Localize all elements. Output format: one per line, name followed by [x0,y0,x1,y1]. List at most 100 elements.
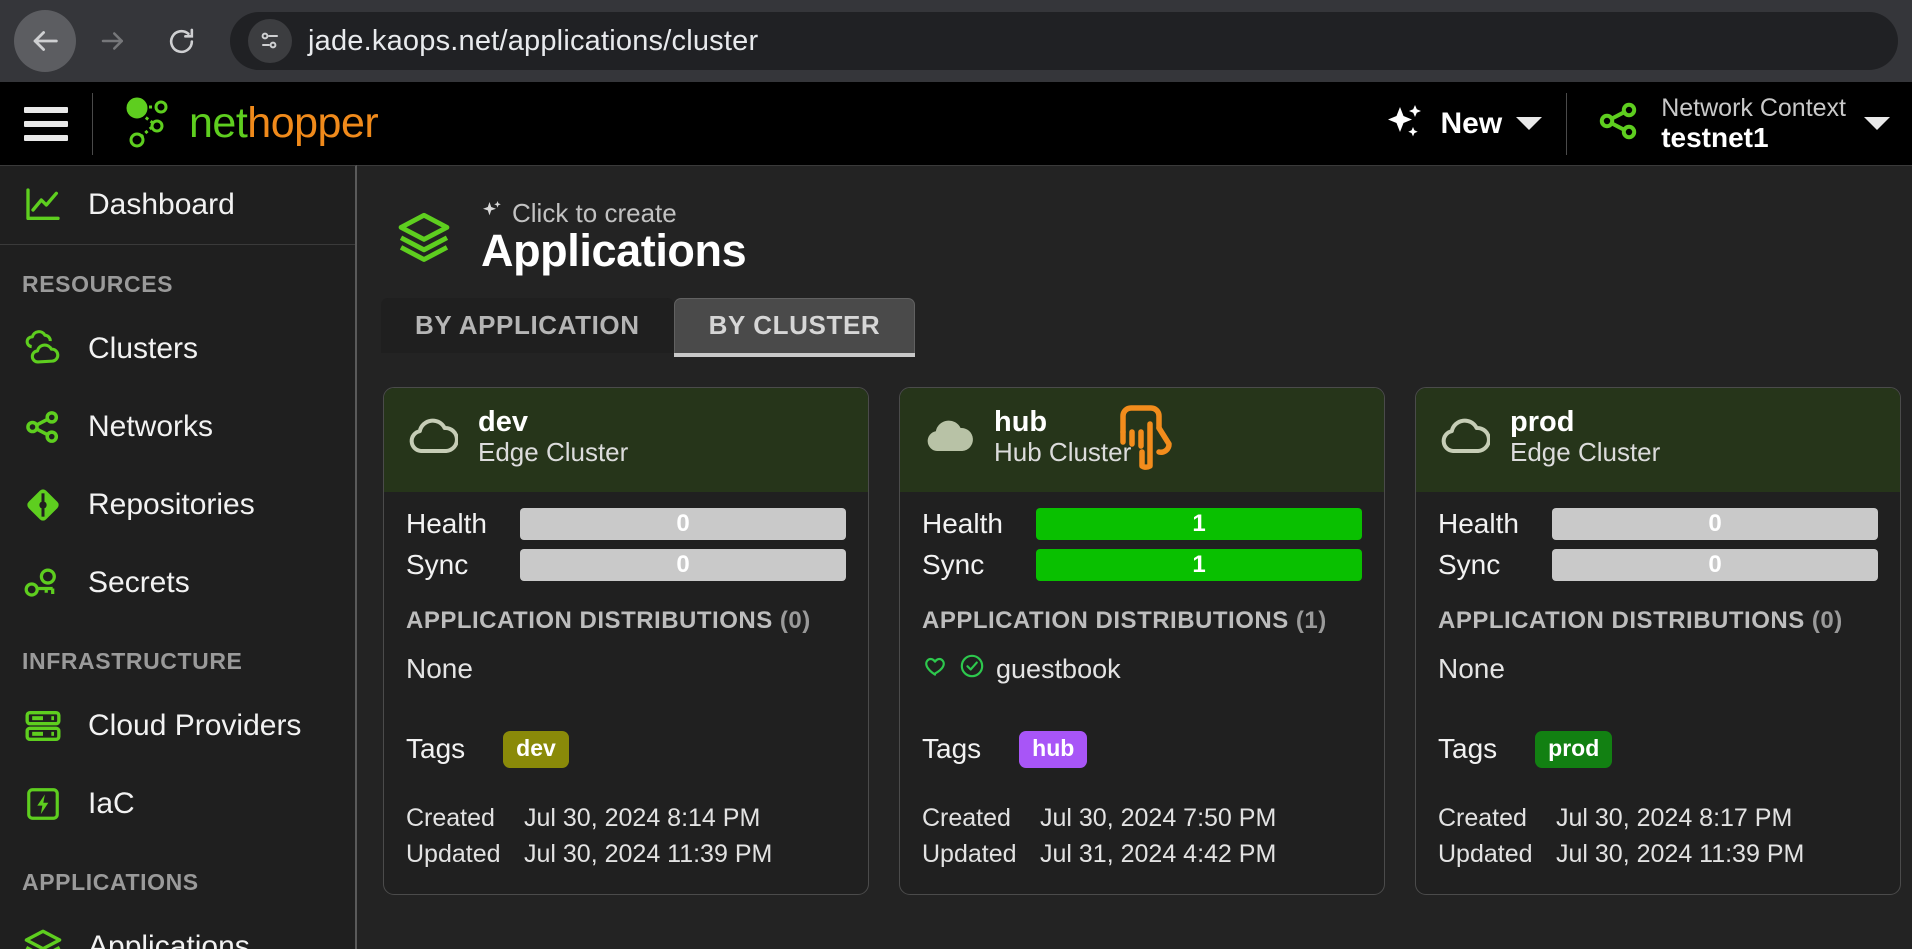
health-bar: 1 [1036,507,1362,540]
sync-row: Sync 0 [406,548,846,581]
distributions-title-text: APPLICATION DISTRIBUTIONS [1438,606,1805,634]
sidebar-group-infrastructure: INFRASTRUCTURE [22,648,243,674]
distributions-count: (0) [1811,606,1843,634]
sidebar-item-label: IaC [88,787,135,820]
distributions-count: (0) [779,606,811,634]
created-row: Created Jul 30, 2024 8:14 PM [406,800,846,836]
cluster-card-body: Health 0 Sync 0 APPLICATION DISTRIBUTION… [384,492,868,895]
chart-line-icon [22,184,64,226]
sidebar-item-label: Secrets [88,566,190,599]
created-label: Created [406,803,495,832]
sync-label: Sync [1438,548,1501,580]
cluster-card-header: dev Edge Cluster [384,387,868,492]
sidebar-item-networks[interactable]: Networks [0,388,355,466]
tab-by-application[interactable]: BY APPLICATION [381,297,674,353]
distributions-title: APPLICATION DISTRIBUTIONS (1) [922,607,1362,635]
address-bar[interactable]: jade.kaops.net/applications/cluster [230,12,1898,70]
sidebar-group-applications: APPLICATIONS [22,869,199,895]
tags-row: Tags dev [406,730,846,768]
body-wrapper: Dashboard RESOURCES Clusters Networks Re… [0,165,1912,949]
network-context-value: testnet1 [1661,121,1769,153]
distribution-item[interactable]: guestbook [922,653,1362,686]
sidebar-item-label: Applications [88,930,250,949]
tags-label: Tags [1438,733,1498,765]
tags-row: Tags prod [1438,730,1878,768]
cluster-card-header: prod Edge Cluster [1416,387,1900,492]
nethopper-node-logo-icon [121,92,179,155]
page-header: Click to create Applications [357,166,1912,276]
distributions-count: (1) [1295,606,1327,634]
network-context-label: Network Context [1661,93,1846,122]
chevron-down-icon[interactable] [1864,117,1890,130]
health-label: Health [1438,507,1519,539]
created-value: Jul 30, 2024 8:14 PM [524,803,761,832]
view-tabs: BY APPLICATION BY CLUSTER [381,297,1912,353]
updated-label: Updated [922,839,1017,868]
back-button[interactable] [14,10,76,72]
sidebar-item-cloud-providers[interactable]: Cloud Providers [0,687,355,765]
new-button[interactable]: New [1359,82,1567,165]
health-label: Health [922,507,1003,539]
app-header: nethopper New Network Context testnet1 [0,82,1912,165]
created-row: Created Jul 30, 2024 8:17 PM [1438,800,1878,836]
page-eyebrow-text: Click to create [512,197,677,228]
layers-stack-icon [393,206,455,268]
forward-button[interactable] [82,10,144,72]
distributions-empty: None [406,652,473,684]
created-label: Created [1438,803,1527,832]
distributions-title: APPLICATION DISTRIBUTIONS (0) [1438,607,1878,635]
created-row: Created Jul 30, 2024 7:50 PM [922,800,1362,836]
sidebar-item-dashboard[interactable]: Dashboard [0,166,355,244]
browser-toolbar: jade.kaops.net/applications/cluster [0,0,1912,82]
distribution-name: guestbook [996,653,1121,684]
dates-block: Created Jul 30, 2024 8:14 PM Updated Jul… [406,800,846,873]
updated-value: Jul 30, 2024 11:39 PM [524,839,773,868]
dates-block: Created Jul 30, 2024 8:17 PM Updated Jul… [1438,800,1878,873]
sidebar: Dashboard RESOURCES Clusters Networks Re… [0,165,357,949]
reload-button[interactable] [150,10,212,72]
pointing-hand-icon [1109,392,1181,484]
distributions-list: None [1438,653,1878,697]
distributions-title-text: APPLICATION DISTRIBUTIONS [406,606,773,634]
tag-badge[interactable]: hub [1019,730,1088,768]
tag-badge[interactable]: prod [1535,730,1613,768]
tags-label: Tags [922,733,982,765]
new-button-label: New [1440,106,1503,140]
distributions-title-text: APPLICATION DISTRIBUTIONS [922,606,1289,634]
tab-by-cluster[interactable]: BY CLUSTER [673,297,916,353]
page-eyebrow[interactable]: Click to create [481,198,746,227]
sidebar-item-clusters[interactable]: Clusters [0,310,355,388]
updated-label: Updated [406,839,501,868]
main-content: Click to create Applications BY APPLICAT… [357,165,1912,949]
chevron-down-icon[interactable] [1516,117,1543,130]
reload-icon [166,26,197,57]
sparkle-icon [481,198,505,227]
updated-row: Updated Jul 30, 2024 11:39 PM [406,836,846,872]
brand-logo[interactable]: nethopper [93,92,379,155]
sidebar-item-iac[interactable]: IaC [0,765,355,843]
cloud-outline-icon [1438,410,1491,462]
site-settings-icon[interactable] [248,19,292,63]
sync-label: Sync [922,548,985,580]
hamburger-menu-icon[interactable] [0,106,92,141]
layers-stack-icon [22,926,64,949]
sidebar-item-applications[interactable]: Applications [0,908,355,949]
tag-badge[interactable]: dev [503,730,569,768]
sidebar-item-repositories[interactable]: Repositories [0,466,355,544]
updated-row: Updated Jul 30, 2024 11:39 PM [1438,836,1878,872]
distributions-list: guestbook [922,653,1362,697]
sidebar-item-label: Dashboard [88,188,235,221]
cloud-filled-icon [922,410,974,462]
arrow-right-icon [98,26,128,56]
cluster-name: dev [478,405,528,438]
updated-row: Updated Jul 31, 2024 4:42 PM [922,836,1362,872]
sidebar-item-secrets[interactable]: Secrets [0,544,355,622]
cluster-name: prod [1510,405,1575,438]
cluster-card[interactable]: dev Edge Cluster Health 0 Sync 0 APPLICA… [383,386,869,896]
cluster-card[interactable]: prod Edge Cluster Health 0 Sync 0 APPLIC… [1415,386,1901,896]
network-context-selector[interactable]: Network Context testnet1 [1567,82,1912,165]
arrow-left-icon [28,24,62,58]
sync-label: Sync [406,548,469,580]
key-icon [22,562,64,604]
cluster-type: Edge Cluster [1510,437,1661,468]
